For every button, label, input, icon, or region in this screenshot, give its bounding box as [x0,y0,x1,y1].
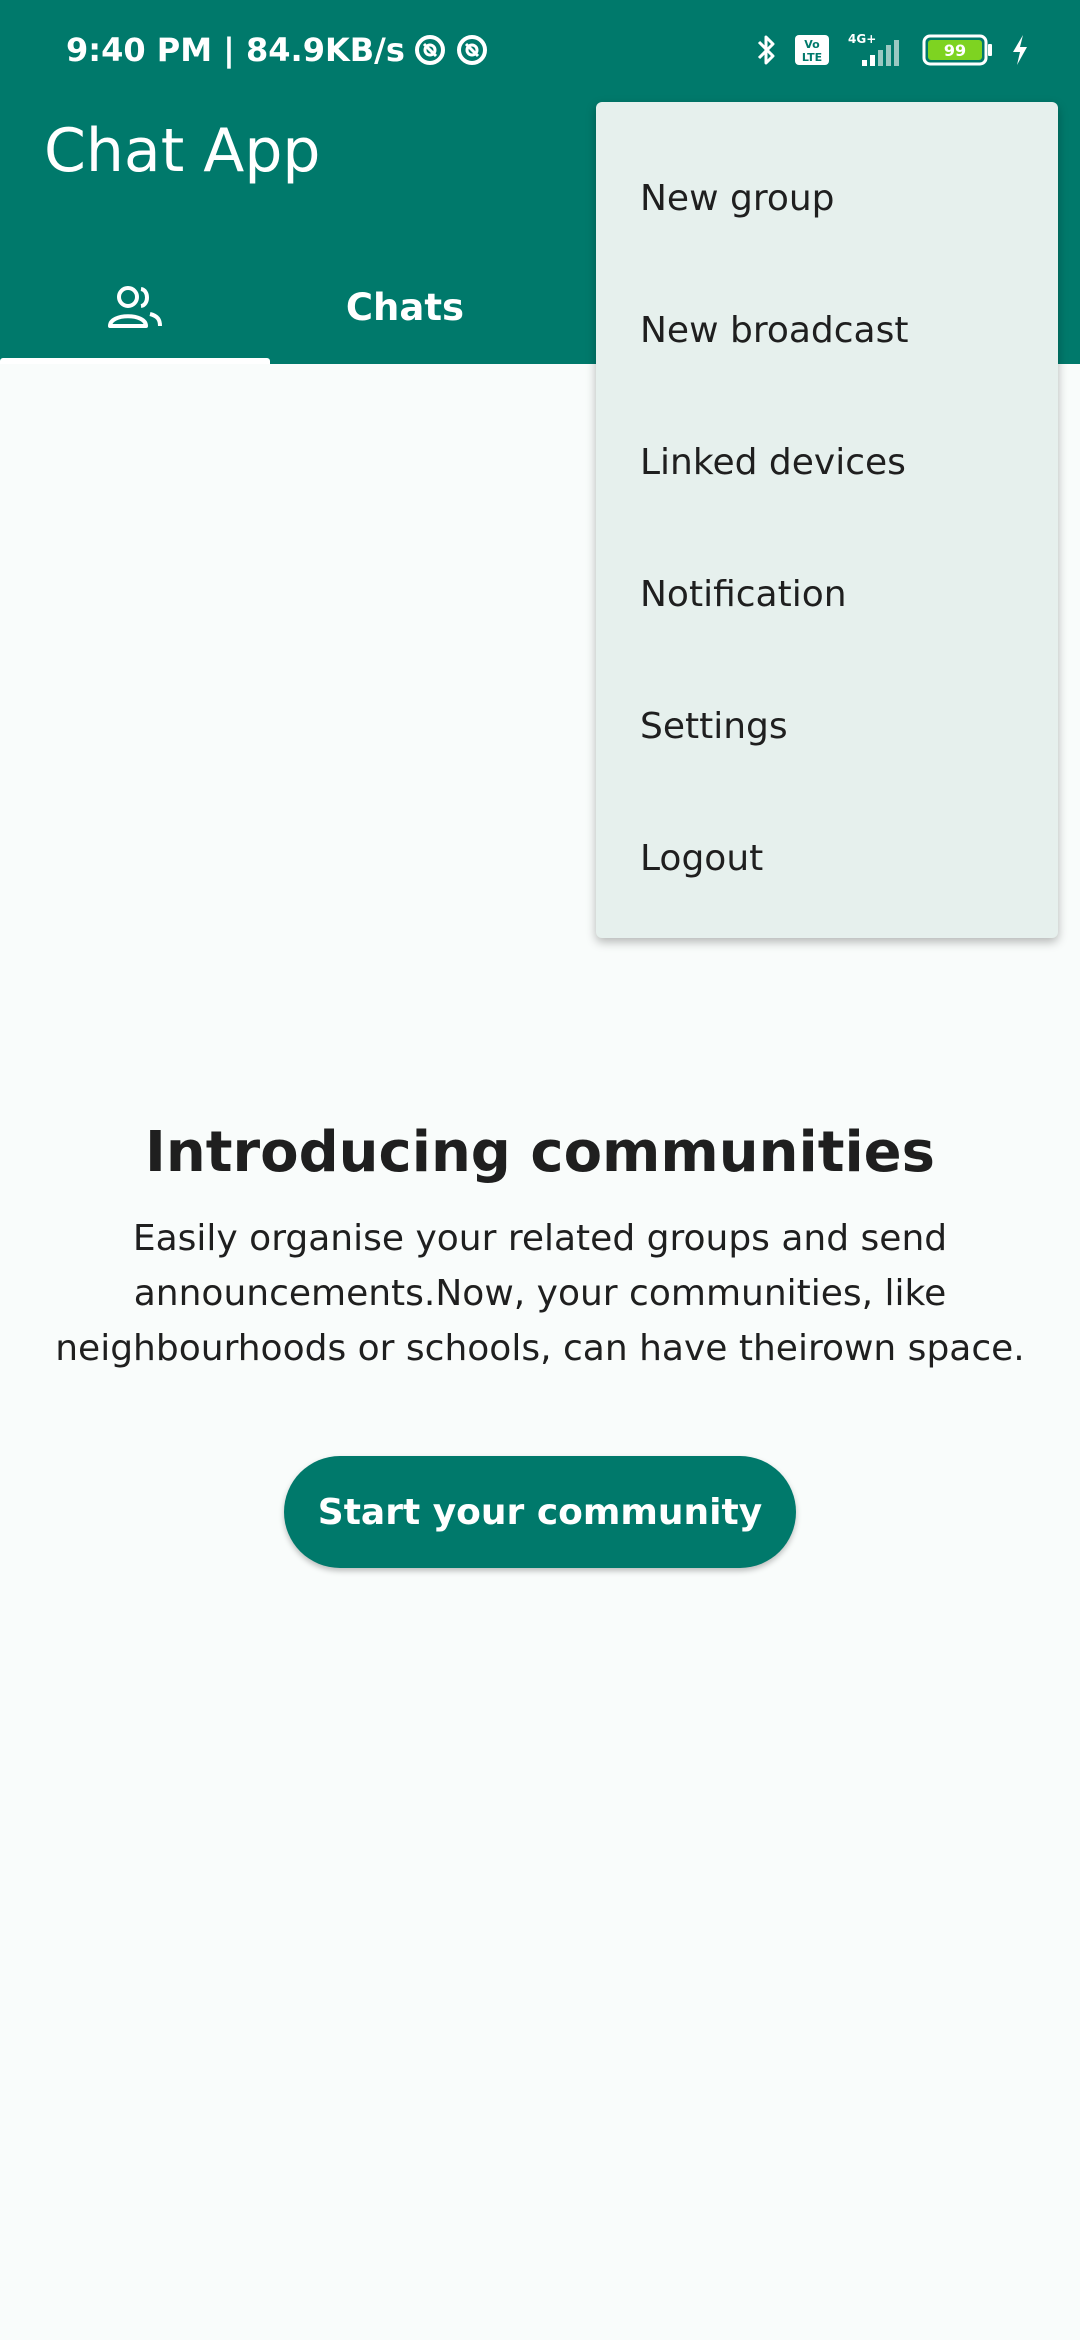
network-type: 4G+ [848,32,876,46]
people-icon [108,286,162,328]
start-community-button[interactable]: Start your community [284,1456,796,1568]
battery-icon: 99 [922,34,992,66]
communities-intro: Introducing communities Easily organise … [0,1120,1080,1376]
sync-icon [456,35,487,65]
status-left: 9:40 PM | 84.9KB/s [66,26,489,74]
menu-item-new-broadcast[interactable]: New broadcast [596,264,1058,396]
overflow-menu: New group New broadcast Linked devices N… [596,102,1058,938]
tab-chats[interactable]: Chats [270,250,540,364]
menu-item-notification[interactable]: Notification [596,528,1058,660]
volte-icon: Vo LTE [795,35,829,65]
charging-icon [1013,35,1027,65]
status-bar: 9:40 PM | 84.9KB/s Vo LTE 4G+ 99 [0,0,1080,100]
volte-label-top: Vo [804,38,820,51]
menu-item-linked-devices[interactable]: Linked devices [596,396,1058,528]
intro-description-line: neighbourhoods or schools, can have thei… [55,1328,1025,1369]
menu-item-logout[interactable]: Logout [596,792,1058,924]
battery-level: 99 [944,41,966,60]
intro-description-line: Easily organise your related groups and … [132,1218,948,1259]
volte-label-bottom: LTE [802,51,822,64]
menu-item-settings[interactable]: Settings [596,660,1058,792]
sync-icon [414,35,445,65]
tab-indicator [0,358,270,364]
status-right: Vo LTE 4G+ 99 [756,28,1030,72]
tab-communities[interactable] [0,250,270,364]
menu-item-new-group[interactable]: New group [596,132,1058,264]
intro-description: Easily organise your related groups and … [20,1211,1060,1376]
status-time-speed: 9:40 PM | 84.9KB/s [66,31,405,69]
app-title: Chat App [44,116,321,186]
intro-headline: Introducing communities [145,1120,935,1185]
bluetooth-icon [757,35,775,65]
intro-description-line: announcements.Now, your communities, lik… [133,1273,947,1314]
signal-icon: 4G+ [848,32,899,66]
